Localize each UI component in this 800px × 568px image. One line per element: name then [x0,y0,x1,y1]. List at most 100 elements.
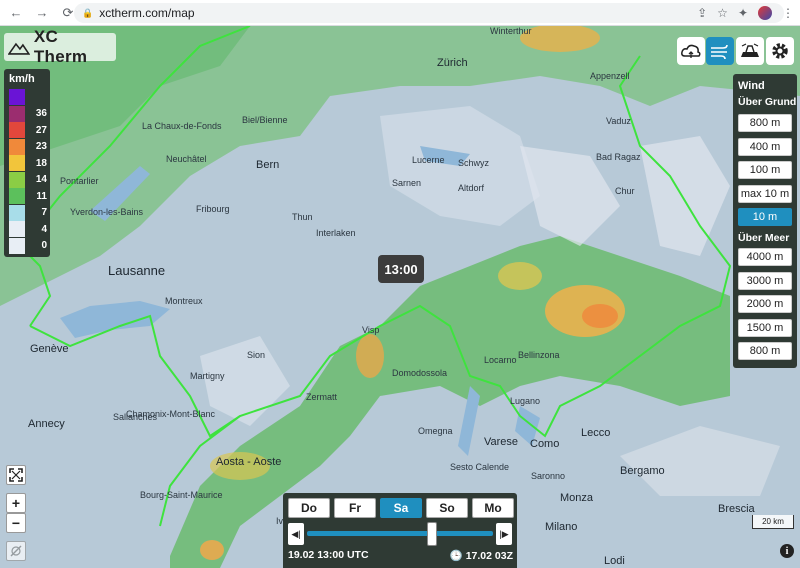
legend-row: 14 [9,171,49,188]
app-logo-text: XC Therm [33,27,88,66]
ground-level-button[interactable]: max 10 m [738,184,792,203]
sea-level-button[interactable]: 4000 m [738,248,792,266]
city-label: Chur [615,186,635,196]
wind-layer-button[interactable] [706,37,734,65]
forecast-datetime: 19.02 13:00 UTC [288,549,369,561]
city-label: Sallanches [113,412,158,422]
legend-row: 4 [9,221,49,237]
forward-icon[interactable]: → [32,3,52,23]
legend-value: 11 [36,190,47,202]
day-button[interactable]: So [426,498,468,518]
sea-level-button[interactable]: 800 m [738,342,792,360]
legend-row: 23 [9,138,49,155]
city-label: Monza [560,492,594,504]
legend-swatch [9,221,25,237]
city-label: Lucerne [412,155,445,165]
city-label: Vaduz [606,116,631,126]
legend-swatch [9,204,25,221]
city-label: Zürich [437,57,468,69]
wind-icon [711,44,728,60]
day-button[interactable]: Do [288,498,330,518]
day-button[interactable]: Sa [380,498,422,518]
timeline-end-button[interactable]: |▶ [496,523,512,545]
legend-swatch [9,138,25,155]
map-scale: 20 km [752,515,794,529]
wind-map[interactable]: Zürich Bern Lausanne Genève Annecy Aosta - Ao… [0,26,800,568]
legend-row: 0 [9,237,49,254]
model-run-text: 17.02 03Z [465,550,513,562]
ground-level-button[interactable]: 400 m [738,137,792,156]
sea-level-button[interactable]: 1500 m [738,318,792,337]
ground-level-button[interactable]: 100 m [738,161,792,179]
city-label: Bad Ragaz [596,152,641,162]
legend-value: 0 [41,240,47,251]
city-label: Genève [30,343,69,355]
weather-station-button[interactable] [736,37,764,65]
city-label: Varese [484,436,519,448]
city-label: Brescia [718,503,755,515]
clock-icon: 🕒 [449,550,463,562]
city-label: Lodi [604,555,625,567]
zoom-out-button[interactable]: − [6,513,26,533]
legend-unit: km/h [9,73,35,85]
timeline-start-button[interactable]: ◀| [288,523,304,545]
legend-row: 18 [9,155,49,171]
bookmark-star-icon[interactable]: ☆ [717,6,728,20]
legend-row: 7 [9,204,49,221]
locate-button[interactable] [6,541,26,561]
back-icon[interactable]: ← [6,3,26,23]
sea-level-heading: Über Meer [738,232,790,244]
legend-value: 7 [41,207,47,218]
profile-avatar[interactable] [758,6,772,20]
app-logo[interactable]: XC Therm [4,27,116,66]
city-label: Sarnen [392,178,422,188]
legend-row [9,89,49,105]
fullscreen-button[interactable] [6,465,26,485]
legend-row: 11 [9,188,49,204]
city-label: Thun [292,212,313,222]
wind-level-panel: Wind Über Grund 800 m 400 m 100 m max 10 m 1… [733,74,797,368]
lock-icon: 🔒 [82,7,94,18]
city-label: Bergamo [620,465,665,477]
extensions-icon[interactable]: ✦ [738,6,748,20]
legend-value: 4 [41,223,47,235]
city-label: Winterthur [490,26,532,36]
ground-level-button[interactable]: 10 m [738,208,792,226]
legend-row: 27 [9,122,49,138]
sea-level-button[interactable]: 3000 m [738,271,792,290]
thermal-cloud-button[interactable] [677,37,705,65]
city-label: Como [530,438,560,450]
timeline-track[interactable] [307,531,493,536]
city-label: Zermatt [306,392,338,402]
day-button[interactable]: Fr [334,498,376,518]
ground-level-button[interactable]: 800 m [738,114,792,132]
legend-swatch [9,188,25,204]
legend-swatch [9,171,25,188]
station-icon [741,43,759,57]
city-label: Interlaken [316,228,356,238]
address-bar[interactable]: 🔒 xctherm.com/map [74,3,784,23]
city-label: Sion [247,350,266,360]
city-label: Aosta - Aoste [216,456,282,468]
legend-row: 36 [9,105,49,122]
legend-value: 23 [35,141,47,152]
city-label: Pontarlier [60,176,99,186]
settings-button[interactable] [766,37,794,65]
city-label: Lausanne [108,263,166,278]
info-icon[interactable]: i [780,544,794,558]
zoom-in-button[interactable]: + [6,493,26,513]
city-label: Neuchâtel [166,154,207,164]
sea-level-button[interactable]: 2000 m [738,295,792,313]
mountain-logo-icon [8,42,30,55]
city-label: Annecy [28,418,65,430]
day-button[interactable]: Mo [472,498,514,518]
no-location-icon [10,545,22,557]
model-run-time: 🕒 17.02 03Z [450,549,513,562]
browser-menu-icon[interactable]: ⋮ [782,6,794,20]
city-label: Lugano [510,396,541,406]
timeline-handle[interactable] [426,522,437,546]
city-label: Locarno [484,355,517,365]
share-icon[interactable]: ⇪ [697,6,707,20]
browser-toolbar: ← → ⟳ 🔒 xctherm.com/map ⇪ ☆ ✦ ⋮ [0,0,800,26]
city-label: Lecco [581,427,611,439]
